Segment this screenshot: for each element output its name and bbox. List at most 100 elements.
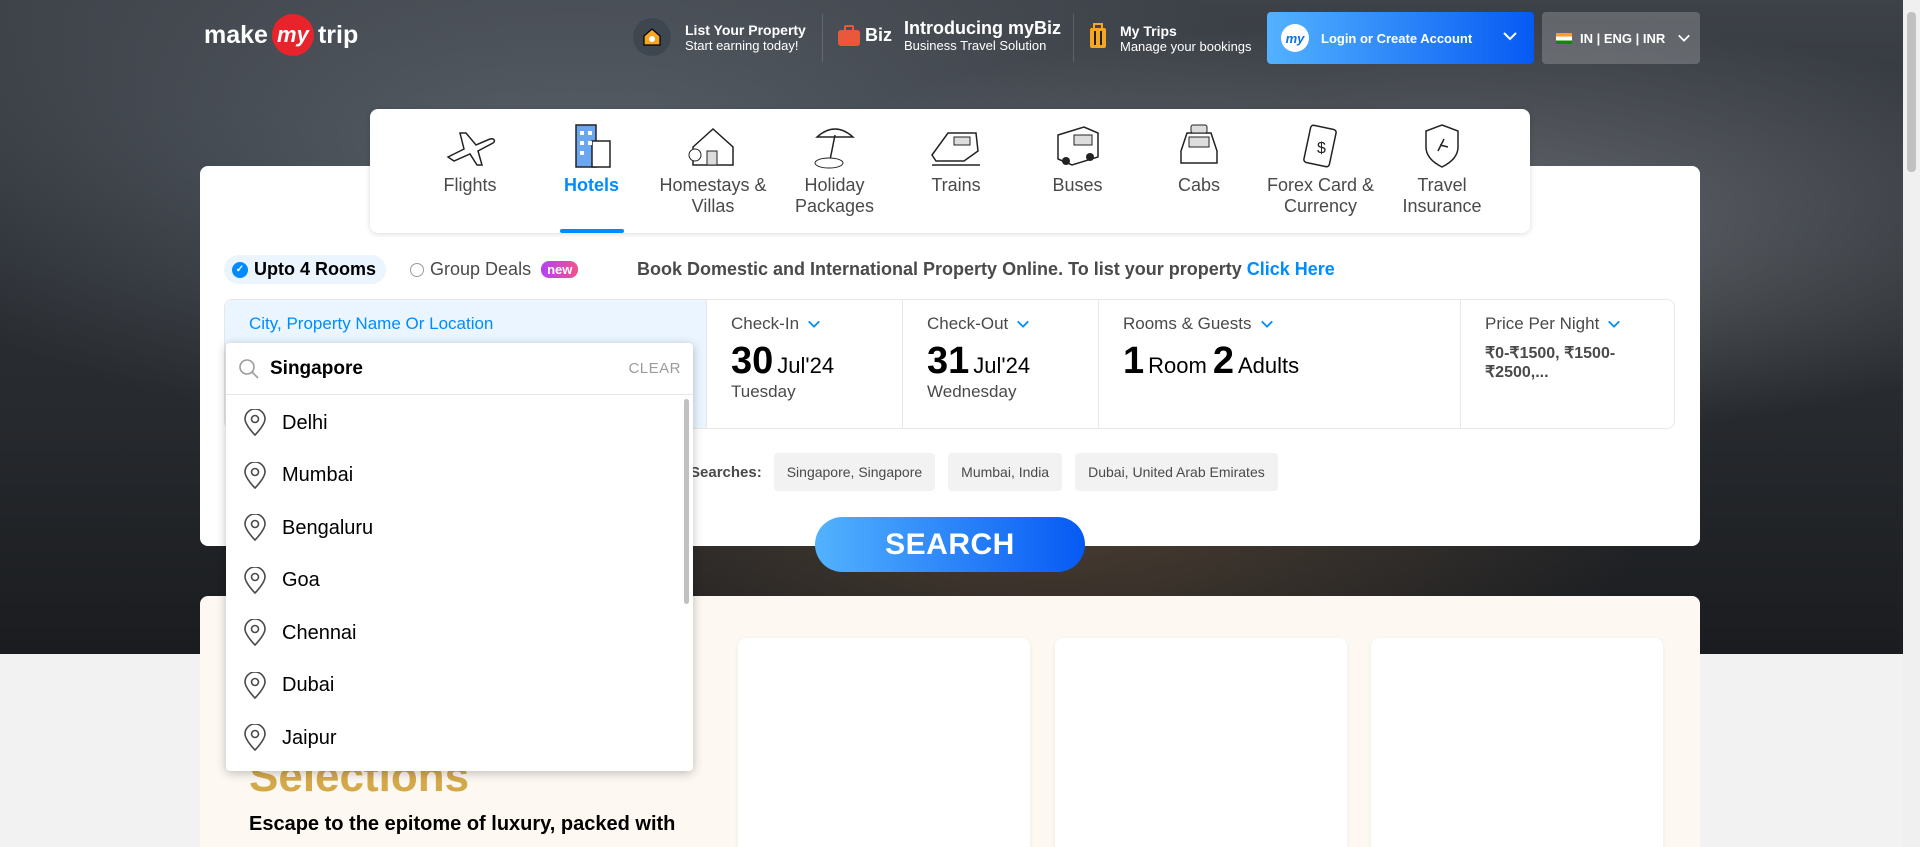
tab-label: Flights	[443, 175, 497, 195]
checkout-label: Check-Out	[927, 314, 1009, 333]
city-search-input[interactable]	[270, 357, 629, 380]
suitcase-icon	[1088, 22, 1108, 55]
suggestion-label: Goa	[282, 569, 320, 592]
product-tabs: Flights Hotels Homestays & Villas Holida…	[370, 109, 1530, 233]
recent-searches: Searches: Singapore, Singapore Mumbai, I…	[690, 453, 1291, 491]
tab-label: Holiday Packages	[794, 175, 875, 216]
tab-hotels[interactable]: Hotels	[532, 109, 652, 233]
recent-search-chip[interactable]: Mumbai, India	[948, 453, 1063, 491]
mybiz-subtitle: Business Travel Solution	[904, 38, 1047, 53]
lang-label: IN | ENG | INR	[1580, 30, 1666, 46]
tab-label: Trains	[931, 175, 981, 195]
flight-icon	[446, 132, 496, 166]
rooms-guests-field[interactable]: Rooms & Guests 1 Room 2 Adults	[1099, 300, 1461, 428]
scrollbar-thumb[interactable]	[1907, 12, 1916, 172]
list-property-link[interactable]: List Your Property Start earning today!	[633, 18, 806, 56]
recent-searches-label: Searches:	[690, 463, 762, 481]
suggestion-label: Bengaluru	[282, 516, 374, 539]
price-value: ₹0-₹1500, ₹1500-₹2500,...	[1485, 345, 1616, 381]
tab-label: Travel Insurance	[1402, 175, 1482, 216]
recent-search-chip[interactable]: Singapore, Singapore	[773, 453, 936, 491]
tab-label: Hotels	[563, 175, 619, 195]
promo-message: Book Domestic and International Property…	[637, 259, 1247, 279]
group-deals-radio[interactable]: Group Deals new	[410, 259, 579, 280]
suggestion-item[interactable]: Mumbai	[226, 450, 693, 503]
upto-4-rooms-radio[interactable]: ✓ Upto 4 Rooms	[224, 255, 387, 284]
suggestion-label: Chennai	[282, 621, 357, 644]
svg-text:$: $	[1317, 140, 1326, 157]
suggestion-list: Delhi Mumbai Bengaluru Goa Chennai Dubai…	[226, 395, 693, 765]
tab-flights[interactable]: Flights	[410, 109, 530, 233]
rooms-guests-label: Rooms & Guests	[1123, 314, 1252, 333]
city-suggestions-dropdown: CLEAR Delhi Mumbai Bengaluru Goa Chennai…	[226, 343, 693, 771]
chevron-down-icon	[1017, 320, 1030, 328]
checkout-month: Jul'24	[973, 353, 1031, 378]
tab-label: Buses	[1052, 175, 1103, 195]
suggestion-label: Jaipur	[282, 726, 337, 749]
suggestion-item[interactable]: Dubai	[226, 660, 693, 713]
chevron-down-icon	[1260, 320, 1273, 328]
suggestion-item[interactable]: Jaipur	[226, 712, 693, 765]
cab-icon	[1180, 124, 1218, 164]
adults-count: 2	[1212, 340, 1234, 382]
makemytrip-logo[interactable]: make my trip	[204, 14, 358, 56]
tab-cabs[interactable]: Cabs	[1139, 109, 1259, 233]
adults-unit: Adults	[1237, 353, 1300, 378]
click-here-link[interactable]: Click Here	[1247, 259, 1335, 279]
list-property-subtitle: Start earning today!	[685, 37, 799, 53]
suggestion-item[interactable]: Bengaluru	[226, 502, 693, 555]
location-pin-icon	[244, 619, 266, 647]
checkin-weekday: Tuesday	[731, 382, 796, 401]
homestay-icon	[688, 127, 734, 166]
rooms-count: 1	[1123, 340, 1145, 382]
radio-label: Upto 4 Rooms	[254, 259, 377, 279]
radio-checked-icon: ✓	[232, 261, 248, 278]
mybiz-icon: Biz	[836, 23, 892, 49]
tab-insurance[interactable]: Travel Insurance	[1382, 109, 1502, 233]
selections-description: Escape to the epitome of luxury, packed …	[249, 813, 676, 835]
tab-trains[interactable]: Trains	[896, 109, 1016, 233]
promo-card[interactable]	[1371, 638, 1663, 847]
tab-forex[interactable]: $ Forex Card & Currency	[1261, 109, 1381, 233]
forex-icon: $	[1302, 124, 1337, 168]
recent-search-chip[interactable]: Dubai, United Arab Emirates	[1075, 453, 1278, 491]
location-pin-icon	[244, 409, 266, 437]
page-scrollbar[interactable]	[1903, 0, 1920, 847]
train-icon	[931, 132, 980, 166]
suggestion-label: Dubai	[282, 674, 335, 697]
hotel-icon	[574, 124, 611, 168]
search-icon	[239, 358, 259, 379]
checkin-day: 30	[731, 340, 774, 382]
search-button[interactable]: SEARCH	[815, 517, 1085, 572]
suggestion-item[interactable]: Delhi	[226, 397, 693, 450]
checkin-label: Check-In	[731, 314, 800, 333]
checkout-field[interactable]: Check-Out 31 Jul'24 Wednesday	[903, 300, 1099, 428]
mybiz-link[interactable]: Biz Introducing myBiz Business Travel So…	[836, 18, 1061, 53]
radio-unchecked-icon	[410, 262, 425, 277]
my-trips-title: My Trips	[1120, 23, 1177, 39]
new-badge: new	[541, 261, 579, 278]
holiday-icon	[814, 128, 855, 169]
tab-homestays[interactable]: Homestays & Villas	[653, 109, 773, 233]
language-currency-selector[interactable]: IN | ENG | INR	[1542, 12, 1700, 64]
promo-card[interactable]	[1055, 638, 1347, 847]
promo-card[interactable]	[738, 638, 1030, 847]
chevron-down-icon	[1678, 34, 1691, 42]
dropdown-scrollbar[interactable]	[684, 399, 689, 604]
tab-holiday-packages[interactable]: Holiday Packages	[775, 109, 895, 233]
my-trips-link[interactable]: My Trips Manage your bookings	[1088, 22, 1252, 55]
radio-label: Group Deals	[430, 259, 532, 279]
login-button[interactable]: my Login or Create Account	[1267, 12, 1534, 64]
user-avatar-icon: my	[1281, 24, 1309, 52]
bus-icon	[1056, 126, 1099, 166]
clear-button[interactable]: CLEAR	[628, 360, 681, 377]
header-divider	[822, 14, 823, 62]
suggestion-item[interactable]: Goa	[226, 555, 693, 608]
suggestion-item[interactable]: Chennai	[226, 607, 693, 660]
tab-buses[interactable]: Buses	[1018, 109, 1138, 233]
suggestion-label: Delhi	[282, 411, 328, 434]
price-field[interactable]: Price Per Night ₹0-₹1500, ₹1500-₹2500,..…	[1461, 300, 1674, 428]
location-pin-icon	[244, 671, 266, 699]
checkin-field[interactable]: Check-In 30 Jul'24 Tuesday	[707, 300, 903, 428]
promo-text: Book Domestic and International Property…	[637, 259, 1335, 280]
